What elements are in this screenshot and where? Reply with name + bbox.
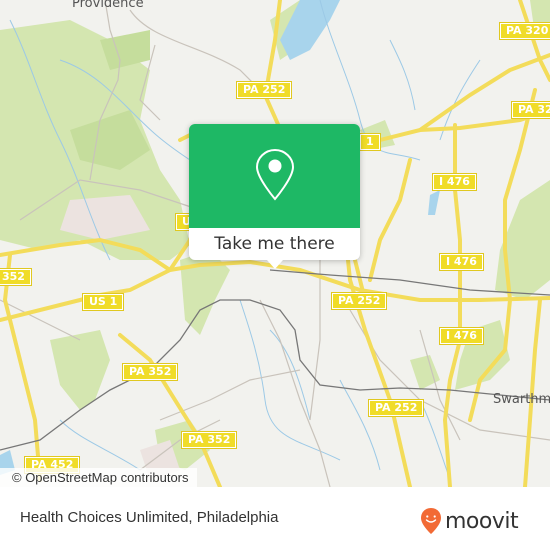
water-pond [428,190,440,215]
map-pin-icon [255,148,295,201]
moovit-logo[interactable]: moovit [420,507,519,535]
location-popup: Take me there [189,124,360,269]
road-shield-pa352: 352 [0,268,32,286]
popup-pointer [267,260,283,269]
road-shield-pa320: PA 320 [510,101,550,119]
moovit-pin-smile-icon [421,508,441,534]
road-shield-us1: US 1 [81,293,125,311]
road-shield-pa352: PA 352 [121,363,179,381]
moovit-wordmark: moovit [445,508,519,534]
take-me-there-button[interactable]: Take me there [189,228,360,260]
road-shield-pa320: PA 320 [498,22,550,40]
road-shield-pa252: PA 252 [235,81,293,99]
popup-header [189,124,360,228]
map-attribution[interactable]: © OpenStreetMap contributors [0,468,197,487]
place-label-providence: Providence [72,0,144,11]
place-label-swarthmore: Swarthm [493,392,550,407]
road-shield-pa252: PA 252 [367,399,425,417]
road-shield-i476: I 476 [432,173,477,191]
road-shield-us1: 1 [359,133,381,151]
location-title: Health Choices Unlimited, Philadelphia [20,509,279,526]
road-shield-pa252: PA 252 [330,292,388,310]
road-shield-i476: I 476 [439,253,484,271]
road-shield-i476: I 476 [439,327,484,345]
road-shield-pa352: PA 352 [180,431,238,449]
map[interactable]: Providence Swarthm PA 252 PA 320 PA 320 … [0,0,550,487]
